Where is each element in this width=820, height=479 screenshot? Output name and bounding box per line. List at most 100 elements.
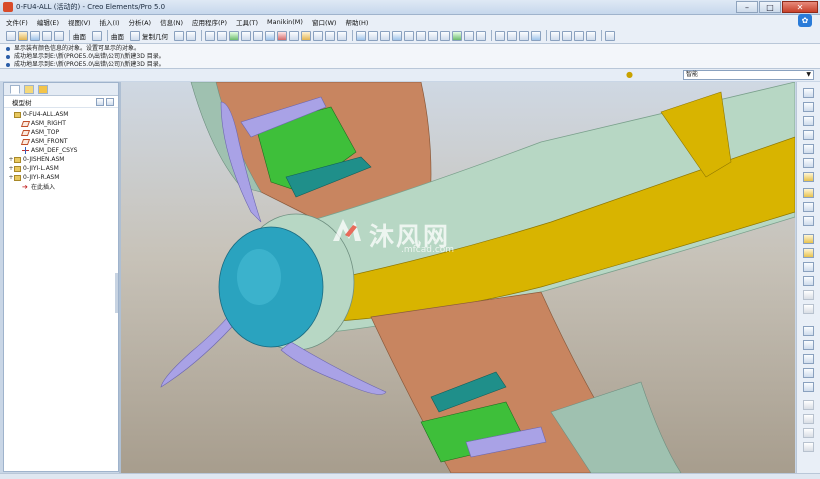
regen-manager-icon[interactable] — [229, 30, 239, 41]
tab-favorites[interactable] — [38, 84, 48, 94]
color-icon[interactable] — [277, 30, 287, 41]
chamfer-tool-icon[interactable] — [803, 340, 814, 350]
select-box-icon[interactable] — [253, 30, 263, 41]
trim-tool-icon[interactable] — [803, 400, 814, 410]
show-icon[interactable] — [106, 98, 114, 106]
pattern-tool-icon[interactable] — [803, 354, 814, 364]
extrude-tool-icon[interactable] — [803, 188, 814, 198]
reorient-icon[interactable] — [440, 30, 450, 41]
view-manager-icon[interactable] — [476, 30, 486, 41]
close-button[interactable]: ✕ — [782, 1, 818, 13]
save-icon[interactable] — [30, 30, 40, 41]
csys-tool-icon[interactable] — [803, 158, 814, 168]
menu-insert[interactable]: 插入(I) — [100, 17, 120, 27]
datum-axes-icon[interactable] — [562, 30, 572, 41]
undo-icon[interactable] — [174, 30, 184, 41]
analysis-tool-icon[interactable] — [803, 172, 814, 182]
repaint-icon[interactable] — [356, 30, 366, 41]
redo-icon[interactable] — [186, 30, 196, 41]
component-assemble-icon[interactable] — [803, 234, 814, 244]
tree-item[interactable]: +0-JIYI-L.ASM — [4, 164, 118, 173]
tree-item[interactable]: ASM_DEF_CSYS — [4, 146, 118, 155]
hole-tool-icon[interactable] — [803, 262, 814, 272]
display-style-icon[interactable] — [380, 30, 390, 41]
hidden-line-icon[interactable] — [507, 30, 517, 41]
copy-geometry-label[interactable]: 复制几何 — [142, 31, 168, 41]
item-label[interactable]: 曲面 — [73, 31, 86, 41]
find-icon[interactable] — [241, 30, 251, 41]
extend-tool-icon[interactable] — [803, 414, 814, 424]
appearance-icon[interactable] — [265, 30, 275, 41]
tree-item[interactable]: ASM_RIGHT — [4, 119, 118, 128]
datum-axis-tool-icon[interactable] — [803, 102, 814, 112]
wireframe-icon[interactable] — [495, 30, 505, 41]
menu-manikin[interactable]: Manikin(M) — [267, 18, 303, 26]
component-create-icon[interactable] — [803, 248, 814, 258]
revolve-tool-icon[interactable] — [803, 202, 814, 212]
context-help-icon[interactable] — [605, 30, 615, 41]
menu-analysis[interactable]: 分析(A) — [129, 17, 152, 27]
send-mail-icon[interactable] — [54, 30, 64, 41]
cut-icon[interactable] — [205, 30, 215, 41]
layer-icon[interactable] — [289, 30, 299, 41]
paste-icon[interactable] — [92, 30, 102, 41]
datum-plane-tool-icon[interactable] — [803, 88, 814, 98]
shell-tool-icon[interactable] — [803, 276, 814, 286]
datum-points-icon[interactable] — [574, 30, 584, 41]
menu-window[interactable]: 窗口(W) — [312, 17, 337, 27]
datum-curve-tool-icon[interactable] — [803, 130, 814, 140]
menu-tools[interactable]: 工具(T) — [236, 17, 258, 27]
layers-icon[interactable] — [464, 30, 474, 41]
regenerate-icon[interactable] — [217, 30, 227, 41]
tree-item[interactable]: ASM_TOP — [4, 128, 118, 137]
datum-point-tool-icon[interactable] — [803, 144, 814, 154]
tree-settings-icon[interactable] — [96, 98, 104, 106]
print-icon[interactable] — [42, 30, 52, 41]
tree-item[interactable]: ➔ 在此插入 — [4, 182, 118, 191]
new-icon[interactable] — [6, 30, 16, 41]
spin-center-icon[interactable] — [301, 30, 311, 41]
menu-edit[interactable]: 编辑(E) — [37, 17, 59, 27]
sweep-tool-icon[interactable] — [803, 216, 814, 226]
binoculars-icon[interactable] — [325, 30, 335, 41]
lightbulb-icon[interactable]: ● — [626, 70, 634, 80]
minimize-button[interactable]: – — [736, 1, 758, 13]
zoom-out-icon[interactable] — [416, 30, 426, 41]
saved-views-icon[interactable] — [452, 30, 462, 41]
tree-item[interactable]: 0-FU4-ALL.ASM — [4, 110, 118, 119]
datum-planes-icon[interactable] — [550, 30, 560, 41]
tree-item[interactable]: +0-JISHEN.ASM — [4, 155, 118, 164]
tab-folder-browser[interactable] — [24, 84, 34, 94]
merge-tool-icon[interactable] — [803, 382, 814, 392]
tree-scrollbar[interactable] — [115, 273, 118, 313]
offset-tool-icon[interactable] — [803, 428, 814, 438]
open-icon[interactable] — [18, 30, 28, 41]
menu-info[interactable]: 信息(N) — [160, 17, 183, 27]
spin-icon[interactable] — [368, 30, 378, 41]
rib-tool-icon[interactable] — [803, 290, 814, 300]
graphics-window[interactable]: 沐风网 .mfcad.com — [121, 82, 795, 473]
tab-model-tree[interactable] — [10, 84, 20, 94]
maximize-button[interactable]: □ — [759, 1, 781, 13]
surface-label[interactable]: 曲面 — [111, 31, 124, 41]
mirror-tool-icon[interactable] — [803, 368, 814, 378]
thicken-tool-icon[interactable] — [803, 442, 814, 452]
select-filter-icon[interactable] — [337, 30, 347, 41]
refit-icon[interactable] — [428, 30, 438, 41]
no-hidden-icon[interactable] — [519, 30, 529, 41]
selection-filter-dropdown[interactable]: 智能 ▼ — [683, 70, 814, 80]
sketch-curve-tool-icon[interactable] — [803, 116, 814, 126]
draft-tool-icon[interactable] — [803, 304, 814, 314]
round-tool-icon[interactable] — [803, 326, 814, 336]
menu-view[interactable]: 视图(V) — [68, 17, 91, 27]
orient-icon[interactable] — [313, 30, 323, 41]
copy-icon[interactable] — [130, 30, 140, 41]
menu-applications[interactable]: 应用程序(P) — [192, 17, 227, 27]
tree-item[interactable]: ASM_FRONT — [4, 137, 118, 146]
shaded-icon[interactable] — [531, 30, 541, 41]
menu-help[interactable]: 帮助(H) — [345, 17, 368, 27]
menu-file[interactable]: 文件(F) — [6, 17, 28, 27]
tree-item[interactable]: +0-JIYI-R.ASM — [4, 173, 118, 182]
csys-display-icon[interactable] — [586, 30, 596, 41]
zoom-in-icon[interactable] — [404, 30, 414, 41]
